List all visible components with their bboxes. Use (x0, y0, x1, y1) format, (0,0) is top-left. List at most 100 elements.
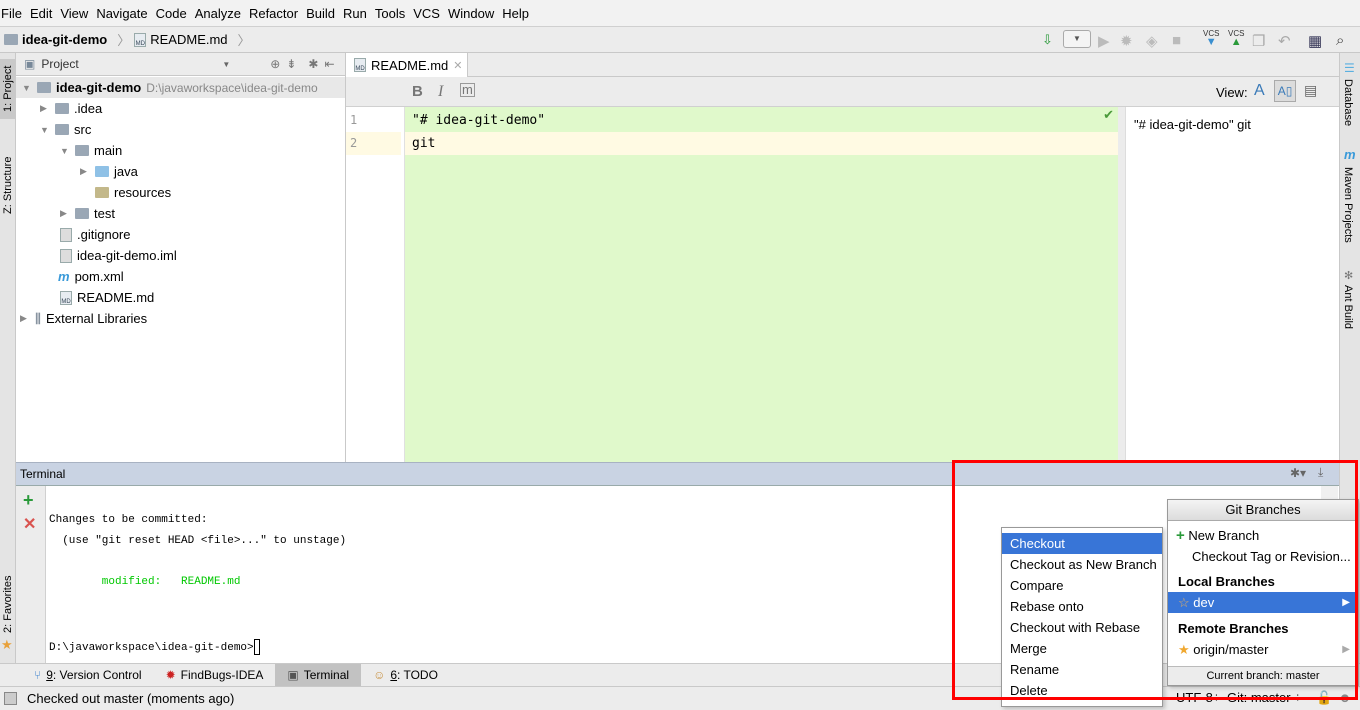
tree-item-java[interactable]: ▶ java (80, 161, 138, 182)
close-tab-icon[interactable]: ✕ (453, 59, 462, 72)
search-icon[interactable]: ⌕ (1336, 32, 1344, 49)
menu-analyze[interactable]: Analyze (194, 6, 247, 21)
terminal-line: modified: README.md (49, 576, 241, 588)
new-session-icon[interactable]: + (23, 490, 34, 511)
tree-item-readme[interactable]: MD README.md (60, 287, 154, 308)
project-panel-header: ▣ Project ▼ ⊕ ⇟ ✱ ⇤ (16, 53, 345, 76)
split-view-icon[interactable]: A▯ (1274, 80, 1296, 102)
menu-run[interactable]: Run (342, 6, 373, 21)
tab-terminal[interactable]: ▣ Terminal (275, 663, 362, 687)
tab-todo[interactable]: ☺ 6: TODO (361, 664, 450, 687)
terminal-toolbar: + ✕ (16, 486, 46, 663)
locate-icon[interactable]: ⊕ (270, 57, 280, 71)
tab-structure[interactable]: Z: Structure (0, 145, 16, 225)
close-session-icon[interactable]: ✕ (23, 514, 36, 534)
menu-code[interactable]: Code (155, 6, 193, 21)
hide-icon[interactable]: ⇤ (324, 57, 334, 71)
toggle-tool-windows-icon[interactable] (4, 692, 17, 705)
editor-tab-bar: MD README.md ✕ (346, 53, 1339, 77)
terminal-line: Changes to be committed: (49, 514, 208, 526)
menu-navigate[interactable]: Navigate (95, 6, 153, 21)
terminal-icon: ▣ (287, 668, 299, 682)
line-gutter: 1 2 (346, 107, 405, 462)
coverage-icon[interactable]: ◈ (1146, 32, 1158, 50)
debug-icon[interactable]: ✹ (1120, 32, 1133, 50)
bold-icon[interactable]: B (412, 83, 423, 100)
project-panel: ▣ Project ▼ ⊕ ⇟ ✱ ⇤ ▼ idea-git-demo D:\jav… (16, 53, 346, 462)
vcs-commit-icon[interactable]: VCS ▲ (1228, 29, 1244, 48)
markdown-file-icon: MD (354, 58, 366, 72)
tab-version-control[interactable]: ⑂ 9: Version Control (22, 664, 154, 687)
tab-project[interactable]: 1: Project (0, 59, 16, 119)
markdown-toolbar: B I m View: A A▯ ▤ (346, 77, 1339, 107)
menu-edit[interactable]: Edit (29, 6, 58, 21)
menu-file[interactable]: File (0, 6, 28, 21)
terminal-prompt[interactable]: D:\javaworkspace\idea-git-demo> (49, 639, 260, 655)
compare-icon[interactable]: ❐ (1252, 32, 1265, 50)
line-number: 1 (350, 113, 358, 127)
favorites-star-icon: ★ (1, 637, 13, 652)
tree-item-test[interactable]: ▶ test (60, 203, 115, 224)
gear-icon[interactable]: ✱ (308, 57, 318, 71)
make-project-icon[interactable]: ⇩ (1042, 32, 1053, 48)
tree-item-pom[interactable]: m pom.xml (58, 266, 124, 287)
markdown-editor[interactable]: "# idea-git-demo" git ✔ (405, 107, 1118, 462)
markdown-preview: "# idea-git-demo" git (1125, 107, 1339, 462)
annotation-highlight-box (952, 460, 1358, 700)
library-icon: ⫼ (35, 310, 41, 326)
tab-favorites[interactable]: 2: Favorites (0, 571, 16, 637)
tree-item-root[interactable]: ▼ idea-git-demo D:\javaworkspace\idea-git-… (16, 77, 345, 98)
menu-view[interactable]: View (59, 6, 94, 21)
database-icon: ☰ (1344, 61, 1355, 75)
navigation-bar: idea-git-demo 〉 MD README.md 〉 ⇩ ▼ ▶ ✹ ◈ … (0, 26, 1360, 53)
revert-icon[interactable]: ↶ (1278, 32, 1291, 50)
editor-only-view-icon[interactable]: A (1254, 82, 1265, 100)
tree-item-src[interactable]: ▼ src (40, 119, 91, 140)
code-line: git (405, 132, 1118, 155)
breadcrumb-project-label: idea-git-demo (22, 32, 108, 47)
preview-only-view-icon[interactable]: ▤ (1304, 82, 1317, 99)
markdown-file-icon: MD (134, 32, 147, 47)
maven-icon: m (1344, 147, 1356, 162)
project-view-selector[interactable]: Project (41, 57, 216, 71)
run-icon[interactable]: ▶ (1098, 32, 1110, 50)
tree-item-gitignore[interactable]: .gitignore (60, 224, 130, 245)
splitter[interactable] (1118, 107, 1125, 462)
tab-findbugs[interactable]: ✹ FindBugs-IDEA (154, 664, 276, 687)
breadcrumb-file-label: README.md (150, 32, 228, 47)
breadcrumb-separator: 〉 (117, 33, 131, 48)
status-message: Checked out master (moments ago) (27, 691, 235, 706)
tab-ant-build[interactable]: Ant Build (1342, 285, 1354, 329)
tree-item-main[interactable]: ▼ main (60, 140, 122, 161)
monospace-icon[interactable]: m (460, 83, 475, 97)
menu-bar: File Edit View Navigate Code Analyze Ref… (0, 0, 1360, 26)
menu-refactor[interactable]: Refactor (248, 6, 304, 21)
breadcrumb-file[interactable]: MD README.md (134, 32, 228, 47)
project-view-icon: ▣ (24, 57, 36, 71)
menu-tools[interactable]: Tools (374, 6, 411, 21)
todo-icon: ☺ (373, 668, 386, 682)
module-folder-icon (4, 34, 18, 45)
view-label: View: (1216, 85, 1248, 100)
collapse-all-icon[interactable]: ⇟ (286, 57, 296, 71)
run-config-dropdown[interactable]: ▼ (1063, 30, 1091, 48)
left-tool-stripe: 1: Project Z: Structure 2: Favorites ★ (0, 53, 16, 663)
menu-window[interactable]: Window (447, 6, 500, 21)
italic-icon[interactable]: I (438, 83, 443, 101)
view-dropdown-icon[interactable]: ▼ (222, 60, 230, 69)
editor-area: MD README.md ✕ B I m View: A A▯ ▤ 1 2 "# i… (346, 53, 1339, 462)
tree-item-idea[interactable]: ▶ .idea (40, 98, 102, 119)
tab-readme[interactable]: MD README.md ✕ (346, 53, 468, 77)
tree-item-external-libraries[interactable]: ▶ ⫼ External Libraries (20, 308, 147, 329)
stop-icon[interactable]: ■ (1172, 32, 1181, 49)
tab-maven-projects[interactable]: Maven Projects (1342, 167, 1354, 243)
tab-database[interactable]: Database (1342, 79, 1354, 126)
tree-item-resources[interactable]: resources (95, 182, 171, 203)
vcs-update-icon[interactable]: VCS ▼ (1203, 29, 1219, 48)
menu-help[interactable]: Help (501, 6, 535, 21)
menu-vcs[interactable]: VCS (412, 6, 446, 21)
breadcrumb-project[interactable]: idea-git-demo (4, 32, 107, 47)
project-structure-icon[interactable]: ▦ (1308, 32, 1322, 50)
menu-build[interactable]: Build (305, 6, 341, 21)
tree-item-iml[interactable]: idea-git-demo.iml (60, 245, 177, 266)
